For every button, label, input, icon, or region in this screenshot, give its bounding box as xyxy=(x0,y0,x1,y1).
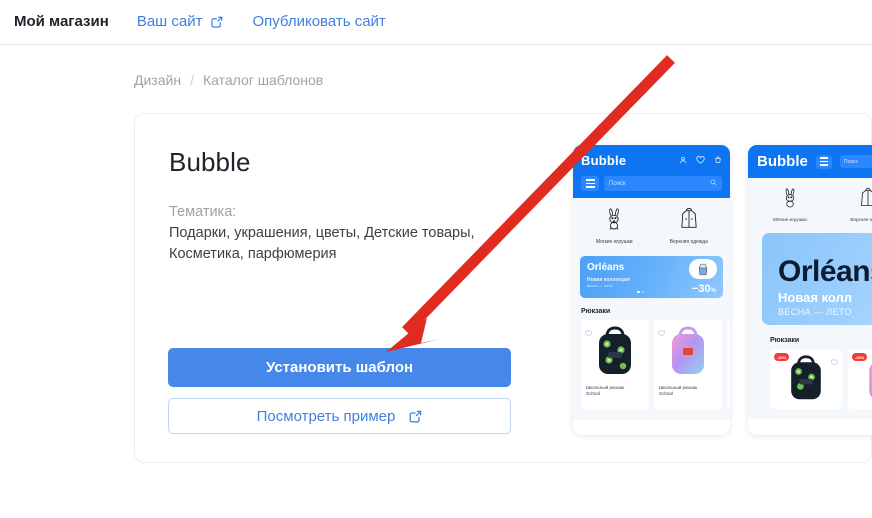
promo-banner[interactable]: Orléans Новая коллекция весна — лето −30… xyxy=(580,256,723,298)
search-icon xyxy=(710,179,717,188)
nav-item-publish-site[interactable]: Опубликовать сайт xyxy=(252,13,385,31)
search-placeholder: Поиск xyxy=(609,180,626,187)
banner-discount-unit: % xyxy=(710,288,716,294)
discount-badge: -30% xyxy=(774,353,790,361)
top-navigation-bar: Мой магазин Ваш сайт Опубликовать сайт xyxy=(0,0,872,45)
breadcrumb-separator: / xyxy=(190,72,194,88)
install-template-button[interactable]: Установить шаблон xyxy=(168,348,511,387)
product-card[interactable]: Школьный рюкзак School xyxy=(654,320,722,410)
discount-badge: -30% xyxy=(852,353,868,361)
banner-discount-value: −30 xyxy=(691,283,711,295)
preview-example-label: Посмотреть пример xyxy=(256,407,396,425)
preview-section-title: Рюкзаки xyxy=(573,306,730,320)
template-info: Bubble Тематика: Подарки, украшения, цве… xyxy=(169,147,569,264)
template-preview-desktop[interactable]: Bubble Поиск Мягкие игрушки Верхняя о Or… xyxy=(748,145,872,435)
promo-banner[interactable]: Orléans Новая колл ВЕСНА — ЛЕТО xyxy=(762,233,872,325)
bunny-icon xyxy=(604,208,624,235)
breadcrumb-current[interactable]: Каталог шаблонов xyxy=(203,72,323,88)
banner-subtitle-2: весна — лето xyxy=(587,283,613,288)
product-name-line-1: Sum xyxy=(727,382,730,391)
banner-title: Orléans xyxy=(778,255,872,288)
external-link-icon xyxy=(209,15,224,30)
category-label: Верхняя одежда xyxy=(669,239,708,245)
preview-brand-logo: Bubble xyxy=(757,153,808,170)
product-card[interactable]: Sum игр xyxy=(727,320,730,410)
heart-icon[interactable] xyxy=(658,324,665,342)
user-icon xyxy=(679,151,687,169)
jacket-icon xyxy=(859,188,872,213)
preview-product-list: Школьный рюкзак School Школьный рюкзак S… xyxy=(573,320,730,420)
banner-subtitle-2: ВЕСНА — ЛЕТО xyxy=(778,307,852,317)
page-title: Bubble xyxy=(169,147,251,177)
preview-example-button[interactable]: Посмотреть пример xyxy=(168,398,511,434)
page-root: Мой магазин Ваш сайт Опубликовать сайт Д… xyxy=(0,0,872,518)
preview-category-list: Мягкие игрушки Верхняя одежда xyxy=(573,198,730,253)
heart-icon[interactable] xyxy=(585,324,592,342)
preview-banner-wrap: Orléans Новая коллекция весна — лето −30… xyxy=(573,253,730,306)
product-name-line-2: School xyxy=(586,391,601,396)
heart-icon[interactable] xyxy=(831,353,838,371)
product-card[interactable]: -30% xyxy=(770,349,842,409)
preview-category-list: Мягкие игрушки Верхняя одежда xyxy=(748,178,872,229)
breadcrumb-parent[interactable]: Дизайн xyxy=(134,72,181,88)
category-item[interactable]: Верхняя одежда xyxy=(660,207,718,246)
category-item[interactable]: Верхняя одежда xyxy=(840,187,872,222)
search-input[interactable]: Поиск xyxy=(839,155,872,168)
external-link-icon xyxy=(407,409,422,424)
banner-dots[interactable] xyxy=(637,290,644,293)
backpack-icon xyxy=(727,320,730,382)
category-label: Мягкие игрушки xyxy=(773,217,807,222)
breadcrumb: Дизайн / Каталог шаблонов xyxy=(134,72,323,88)
heart-icon xyxy=(696,151,705,169)
nav-item-your-site[interactable]: Ваш сайт xyxy=(137,13,225,31)
category-label: Мягкие игрушки xyxy=(595,239,633,245)
nav-item-my-store[interactable]: Мой магазин xyxy=(14,13,109,31)
banner-product-image xyxy=(689,259,717,279)
hamburger-icon[interactable] xyxy=(815,154,832,169)
jacket-icon xyxy=(679,208,699,235)
theme-label: Тематика: xyxy=(169,204,237,220)
cart-icon xyxy=(714,151,722,169)
product-card[interactable]: Школьный рюкзак School xyxy=(581,320,649,410)
theme-value-line-1: Подарки, украшения, цветы, Детские товар… xyxy=(169,225,475,241)
template-preview-mobile[interactable]: Bubble Поиск Мягкие игрушки Верхняя одеж… xyxy=(573,145,730,435)
bunny-icon xyxy=(781,188,799,213)
theme-value-line-2: Косметика, парфюмерия xyxy=(169,246,337,262)
preview-mobile-header: Bubble Поиск xyxy=(573,145,730,198)
category-label: Верхняя одежда xyxy=(850,217,872,222)
preview-brand-logo: Bubble xyxy=(581,152,627,168)
nav-item-your-site-label: Ваш сайт xyxy=(136,13,203,30)
preview-section-title: Рюкзаки xyxy=(748,335,872,349)
search-input[interactable]: Поиск xyxy=(604,176,722,191)
product-name-line-1: Школьный рюкзак xyxy=(586,385,625,390)
category-item[interactable]: Мягкие игрушки xyxy=(585,207,643,246)
hamburger-icon[interactable] xyxy=(581,176,599,191)
search-placeholder: Поиск xyxy=(843,158,858,165)
category-item[interactable]: Мягкие игрушки xyxy=(762,187,818,222)
product-name-line-2: игр xyxy=(727,391,730,397)
product-name-line-1: Школьный рюкзак xyxy=(659,385,698,390)
preview-desktop-header: Bubble Поиск xyxy=(748,145,872,178)
banner-discount: −30% xyxy=(692,283,716,295)
product-card[interactable]: -30% xyxy=(848,349,872,409)
banner-title: Orléans xyxy=(587,262,625,273)
banner-subtitle-1: Новая колл xyxy=(778,290,853,305)
preview-product-list: -30% -30% xyxy=(748,349,872,419)
preview-banner-wrap: Orléans Новая колл ВЕСНА — ЛЕТО xyxy=(748,229,872,335)
product-name-line-2: School xyxy=(659,391,674,396)
